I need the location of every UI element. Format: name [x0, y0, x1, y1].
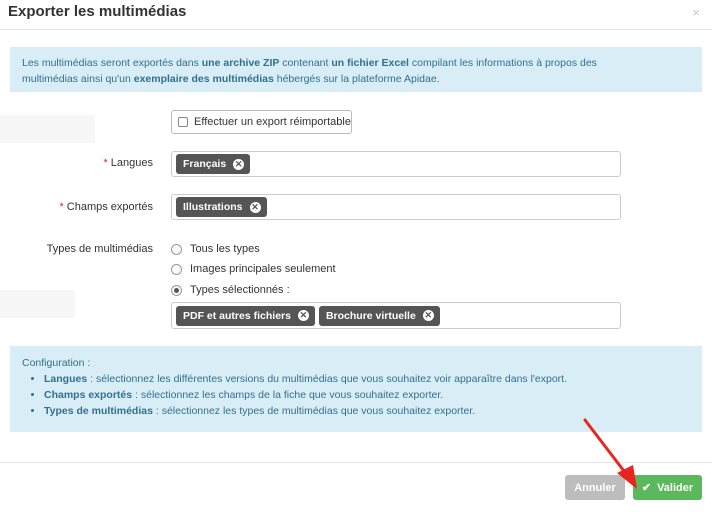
info-text: multimédias ainsi qu'un: [22, 73, 134, 85]
types-label: Types de multimédias: [46, 243, 153, 255]
remove-tag-icon[interactable]: ✕: [422, 310, 434, 321]
champs-label: * Champs exportés: [55, 201, 154, 213]
tag-label: Illustrations: [183, 201, 243, 213]
tag-brochure: Brochure virtuelle ✕: [318, 305, 440, 326]
config-list: Langues : sélectionnez les différentes v…: [44, 371, 690, 419]
tag-label: Brochure virtuelle: [325, 309, 416, 322]
config-key: Types de multimédias: [44, 405, 153, 417]
info-bold: un fichier Excel: [331, 57, 409, 69]
remove-tag-icon[interactable]: ✕: [249, 201, 261, 213]
close-icon[interactable]: ×: [692, 5, 700, 20]
radio-label: Images principales seulement: [190, 263, 336, 275]
info-text: compilant les informations à propos des: [408, 57, 597, 69]
remove-tag-icon[interactable]: ✕: [233, 158, 245, 170]
tag-pdf: PDF et autres fichiers ✕: [176, 305, 315, 326]
tag-francais: Français ✕: [176, 154, 251, 174]
red-arrow-annotation: [583, 418, 637, 489]
radio-images-principales[interactable]: Images principales seulement: [171, 263, 336, 275]
radio-label: Types sélectionnés :: [190, 284, 290, 296]
dialog-header: Exporter les multimédias ×: [0, 0, 712, 30]
radio-types-selectionnes[interactable]: Types sélectionnés :: [171, 284, 290, 296]
tag-illustrations: Illustrations ✕: [176, 197, 267, 217]
config-title: Configuration :: [22, 357, 91, 369]
background-shade: [0, 290, 75, 318]
reimport-checkbox-button[interactable]: Effectuer un export réimportable: [171, 110, 352, 134]
required-mark: *: [103, 157, 108, 169]
tag-label: Français: [183, 158, 227, 170]
validate-label: Valider: [657, 481, 694, 494]
required-mark: *: [59, 201, 64, 213]
checkbox-icon[interactable]: [178, 117, 188, 127]
radio-icon[interactable]: [171, 263, 182, 275]
config-item: Langues : sélectionnez les différentes v…: [44, 371, 690, 387]
config-key: Champs exportés: [44, 389, 133, 401]
info-text: Les multimédias seront exportés dans: [22, 57, 202, 69]
radio-tous-les-types[interactable]: Tous les types: [171, 243, 260, 255]
info-bold: exemplaire des multimédias: [133, 73, 274, 85]
info-text: contenant: [279, 57, 332, 69]
radio-icon[interactable]: [171, 243, 182, 255]
champs-label-text: Champs exportés: [66, 201, 153, 213]
langues-label-text: Langues: [110, 157, 153, 169]
config-text: : sélectionnez les champs de la fiche qu…: [132, 389, 444, 401]
config-text: : sélectionnez les différentes versions …: [87, 373, 568, 385]
tag-label: PDF et autres fichiers: [183, 309, 291, 322]
reimport-label: Effectuer un export réimportable: [194, 116, 351, 128]
types-select[interactable]: PDF et autres fichiers ✕ Brochure virtue…: [171, 302, 621, 329]
info-text: hébergés sur la plateforme Apidae.: [273, 73, 440, 85]
langues-select[interactable]: Français ✕: [171, 151, 621, 177]
radio-icon[interactable]: [171, 284, 182, 296]
remove-tag-icon[interactable]: ✕: [297, 310, 309, 321]
radio-label: Tous les types: [190, 243, 260, 255]
background-shade: [0, 115, 95, 143]
config-text: : sélectionnez les types de multimédias …: [152, 405, 476, 417]
champs-select[interactable]: Illustrations ✕: [171, 194, 621, 220]
info-bold: une archive ZIP: [201, 57, 280, 69]
info-box: Les multimédias seront exportés dans une…: [10, 47, 702, 92]
langues-label: * Langues: [95, 157, 154, 169]
dialog-title: Exporter les multimédias: [8, 3, 187, 20]
config-key: Langues: [44, 373, 88, 385]
config-item: Champs exportés : sélectionnez les champ…: [44, 387, 690, 403]
